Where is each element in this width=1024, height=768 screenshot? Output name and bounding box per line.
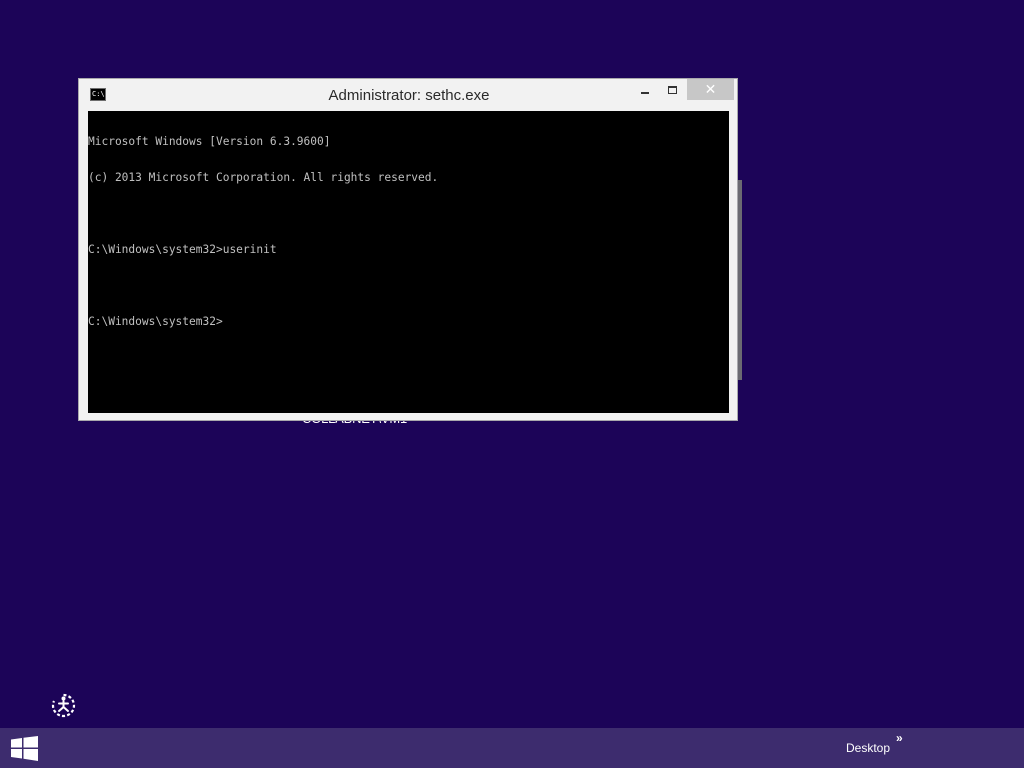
desktop-toolbar-label[interactable]: Desktop	[846, 741, 890, 755]
minimize-button[interactable]	[632, 79, 658, 100]
ease-of-access-icon[interactable]	[50, 692, 77, 719]
desktop-background: COLLABNET\VM1 C:\ Administrator: sethc.e…	[0, 0, 1024, 768]
console-line: Microsoft Windows [Version 6.3.9600]	[88, 135, 331, 148]
console-line: (c) 2013 Microsoft Corporation. All righ…	[88, 171, 439, 184]
command-prompt-window[interactable]: C:\ Administrator: sethc.exe ✕ Microsoft…	[78, 78, 738, 421]
console-output[interactable]: Microsoft Windows [Version 6.3.9600] (c)…	[88, 111, 729, 413]
windows-logo-icon[interactable]	[11, 736, 38, 761]
close-button[interactable]: ✕	[687, 79, 734, 100]
background-panel-edge	[738, 180, 742, 380]
chevron-right-icon[interactable]: »	[896, 731, 903, 745]
minimize-icon	[641, 91, 649, 94]
taskbar: Desktop »	[0, 728, 1024, 768]
maximize-button[interactable]	[659, 79, 685, 100]
console-prompt-line: C:\Windows\system32>	[88, 315, 223, 328]
console-line: C:\Windows\system32>userinit	[88, 243, 277, 256]
close-icon: ✕	[704, 81, 717, 97]
window-titlebar[interactable]: C:\ Administrator: sethc.exe ✕	[79, 79, 737, 110]
maximize-icon	[667, 85, 677, 94]
